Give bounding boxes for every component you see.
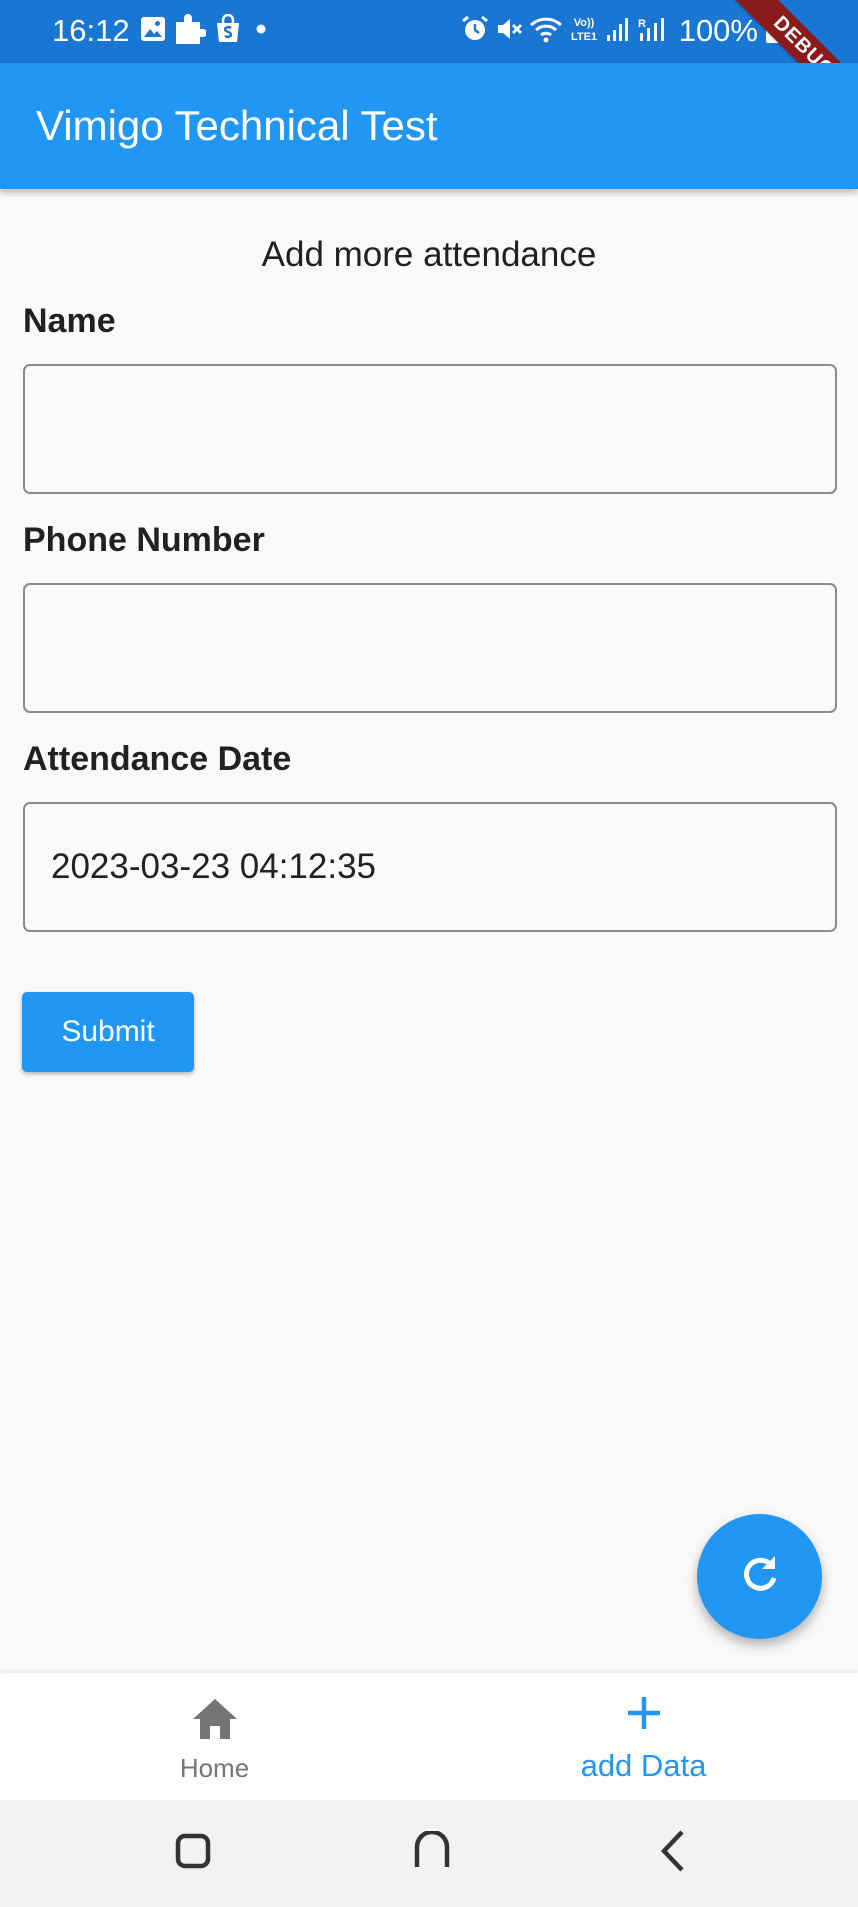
name-input[interactable]: [25, 366, 835, 492]
signal-r-icon: R: [637, 15, 667, 48]
system-nav-bar: [0, 1800, 858, 1907]
recents-icon: [174, 1832, 212, 1875]
back-button[interactable]: [649, 1828, 699, 1878]
status-bar: 16:12 Vo)) LTE1 R 100%: [0, 0, 858, 63]
plus-icon: [625, 1694, 663, 1737]
status-right-icons: Vo)) LTE1 R 100%: [461, 14, 782, 48]
attendance-date-label: Attendance Date: [23, 740, 292, 778]
phone-field-box: [23, 583, 837, 713]
svg-text:LTE1: LTE1: [571, 31, 597, 43]
mute-icon: [495, 15, 523, 48]
name-field-box: [23, 364, 837, 494]
app-title: Vimigo Technical Test: [36, 102, 438, 149]
nav-item-home[interactable]: Home: [0, 1673, 429, 1800]
submit-button[interactable]: Submit: [22, 992, 194, 1072]
gallery-icon: [140, 16, 166, 47]
form-heading: Add more attendance: [261, 235, 597, 274]
puzzle-icon: [174, 12, 207, 51]
battery-percent: 100%: [678, 13, 758, 48]
status-time: 16:12: [52, 13, 130, 48]
wifi-icon: [529, 15, 563, 48]
nav-label-add-data: add Data: [580, 1748, 707, 1783]
refresh-icon: [737, 1551, 783, 1602]
phone-label: Phone Number: [23, 521, 265, 559]
app-bar: Vimigo Technical Test: [0, 63, 858, 189]
alarm-icon: [461, 15, 489, 48]
svg-text:R: R: [638, 18, 646, 30]
refresh-fab[interactable]: [697, 1514, 822, 1639]
back-icon: [654, 1829, 694, 1878]
signal-icon: [605, 15, 631, 48]
dot-icon: [250, 18, 272, 45]
system-home-button[interactable]: [407, 1828, 457, 1878]
status-left-icons: [140, 12, 272, 51]
svg-text:Vo)): Vo)): [573, 17, 594, 29]
phone-input[interactable]: [25, 585, 835, 711]
volte-icon: Vo)) LTE1: [569, 14, 599, 49]
nav-label-home: Home: [179, 1753, 250, 1783]
home-gesture-icon: [412, 1829, 452, 1876]
name-label: Name: [23, 302, 116, 340]
nav-item-add-data[interactable]: add Data: [429, 1673, 858, 1800]
attendance-date-field-box: [23, 802, 837, 932]
attendance-date-input[interactable]: [25, 804, 835, 930]
shop-bag-icon: [214, 13, 242, 49]
bottom-nav: Home add Data: [0, 1673, 858, 1800]
recents-button[interactable]: [168, 1828, 218, 1878]
home-icon: [191, 1697, 239, 1746]
